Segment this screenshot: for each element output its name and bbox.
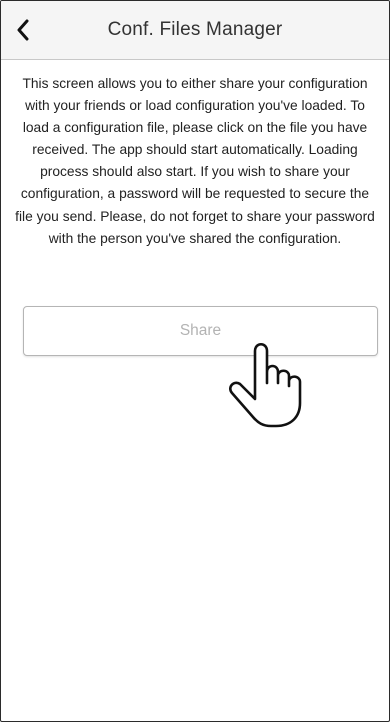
- chevron-left-icon: [17, 19, 29, 41]
- navigation-bar: Conf. Files Manager: [1, 1, 389, 60]
- share-button[interactable]: Share: [23, 306, 378, 356]
- back-button[interactable]: [5, 12, 41, 48]
- share-button-label: Share: [179, 322, 222, 339]
- page-title: Conf. Files Manager: [107, 19, 283, 40]
- instructions-text: This screen allows you to either share y…: [15, 76, 375, 246]
- conf-files-manager-screen: Conf. Files Manager This screen allows y…: [0, 0, 390, 722]
